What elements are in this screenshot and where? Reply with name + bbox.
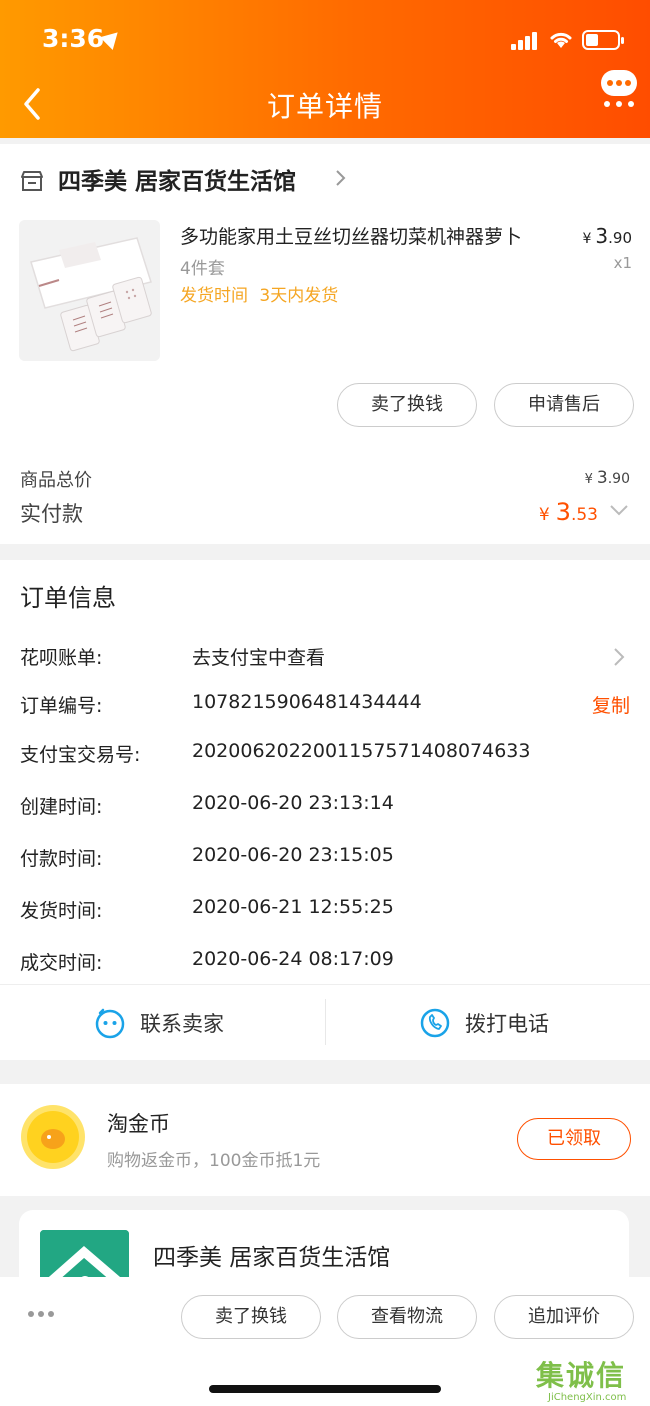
order-info-title: 订单信息 [20, 584, 116, 612]
store-name: 四季美 居家百货生活馆 [153, 1245, 391, 1271]
add-review-button[interactable]: 追加评价 [494, 1295, 634, 1339]
contact-seller-label: 联系卖家 [140, 1012, 224, 1036]
call-phone-label: 拨打电话 [465, 1012, 549, 1036]
call-phone-button[interactable]: 拨打电话 [419, 985, 549, 1061]
cellular-signal-icon [511, 32, 539, 50]
gold-coin-icon [21, 1105, 85, 1169]
coin-title: 淘金币 [107, 1112, 170, 1136]
chevron-down-icon[interactable] [608, 502, 630, 518]
info-row-paid: 付款时间: 2020-06-20 23:15:05 [20, 844, 394, 870]
contact-bar: 联系卖家 拨打电话 [0, 984, 650, 1060]
phone-icon [420, 1008, 450, 1038]
contact-seller-button[interactable]: 联系卖家 [94, 985, 224, 1061]
product-quantity: x1 [613, 254, 632, 272]
wifi-icon [550, 32, 572, 48]
taojinbi-card: 淘金币 购物返金币，100金币抵1元 已领取 [0, 1084, 650, 1196]
copy-button[interactable]: 复制 [592, 691, 630, 718]
order-item-card: 四季美 居家百货生活馆 多功能家用土豆丝切丝器切菜机神器萝卜 4件套 发货时间 … [0, 144, 650, 544]
view-logistics-button[interactable]: 查看物流 [337, 1295, 477, 1339]
header-bar: 3:36 订单详情 [0, 0, 650, 138]
after-sale-button[interactable]: 申请售后 [494, 383, 634, 427]
page-title: 订单详情 [266, 90, 383, 123]
product-price: ¥3.90 [582, 224, 632, 248]
chat-face-icon [95, 1008, 125, 1039]
info-row-huabei[interactable]: 花呗账单: 去支付宝中查看 [20, 643, 630, 673]
status-time: 3:36 [42, 24, 105, 53]
goods-total-value: ¥3.90 [584, 468, 630, 488]
order-info-card: 订单信息 花呗账单: 去支付宝中查看 订单编号: 107821590648143… [0, 560, 650, 1060]
info-row-order-number: 订单编号: 1078215906481434444 复制 [20, 691, 630, 718]
shop-name[interactable]: 四季美 居家百货生活馆 [58, 162, 296, 196]
chevron-right-icon[interactable] [332, 168, 348, 188]
shipping-time-label: 发货时间 [180, 286, 248, 306]
contact-divider [325, 999, 326, 1045]
info-row-created: 创建时间: 2020-06-20 23:13:14 [20, 792, 394, 818]
coin-claimed-button[interactable]: 已领取 [517, 1118, 631, 1160]
sell-button-bottom[interactable]: 卖了换钱 [181, 1295, 321, 1339]
shop-icon [21, 171, 43, 191]
coin-subtitle: 购物返金币，100金币抵1元 [107, 1151, 321, 1171]
chevron-right-icon [614, 648, 625, 666]
message-icon[interactable] [598, 68, 640, 112]
status-bar: 3:36 [0, 22, 650, 58]
product-image[interactable] [19, 220, 160, 361]
paid-amount[interactable]: ¥3.53 [539, 498, 598, 526]
watermark-logo: 集诚信 JiChengXin.com [536, 1359, 627, 1403]
shipping-time: 发货时间 3天内发货 [180, 281, 338, 306]
more-icon[interactable] [28, 1311, 56, 1319]
battery-icon [582, 30, 624, 50]
goods-total-label: 商品总价 [20, 470, 92, 491]
paid-label: 实付款 [20, 502, 83, 526]
info-row-alipay-trade: 支付宝交易号: 2020062022001157571408074633 [20, 740, 531, 766]
info-row-completed: 成交时间: 2020-06-24 08:17:09 [20, 948, 394, 974]
home-indicator [209, 1385, 441, 1393]
sell-button[interactable]: 卖了换钱 [337, 383, 477, 427]
info-row-shipped: 发货时间: 2020-06-21 12:55:25 [20, 896, 394, 922]
shipping-time-value: 3天内发货 [259, 286, 339, 306]
product-spec: 4件套 [180, 259, 225, 279]
product-title[interactable]: 多功能家用土豆丝切丝器切菜机神器萝卜 [180, 222, 560, 249]
